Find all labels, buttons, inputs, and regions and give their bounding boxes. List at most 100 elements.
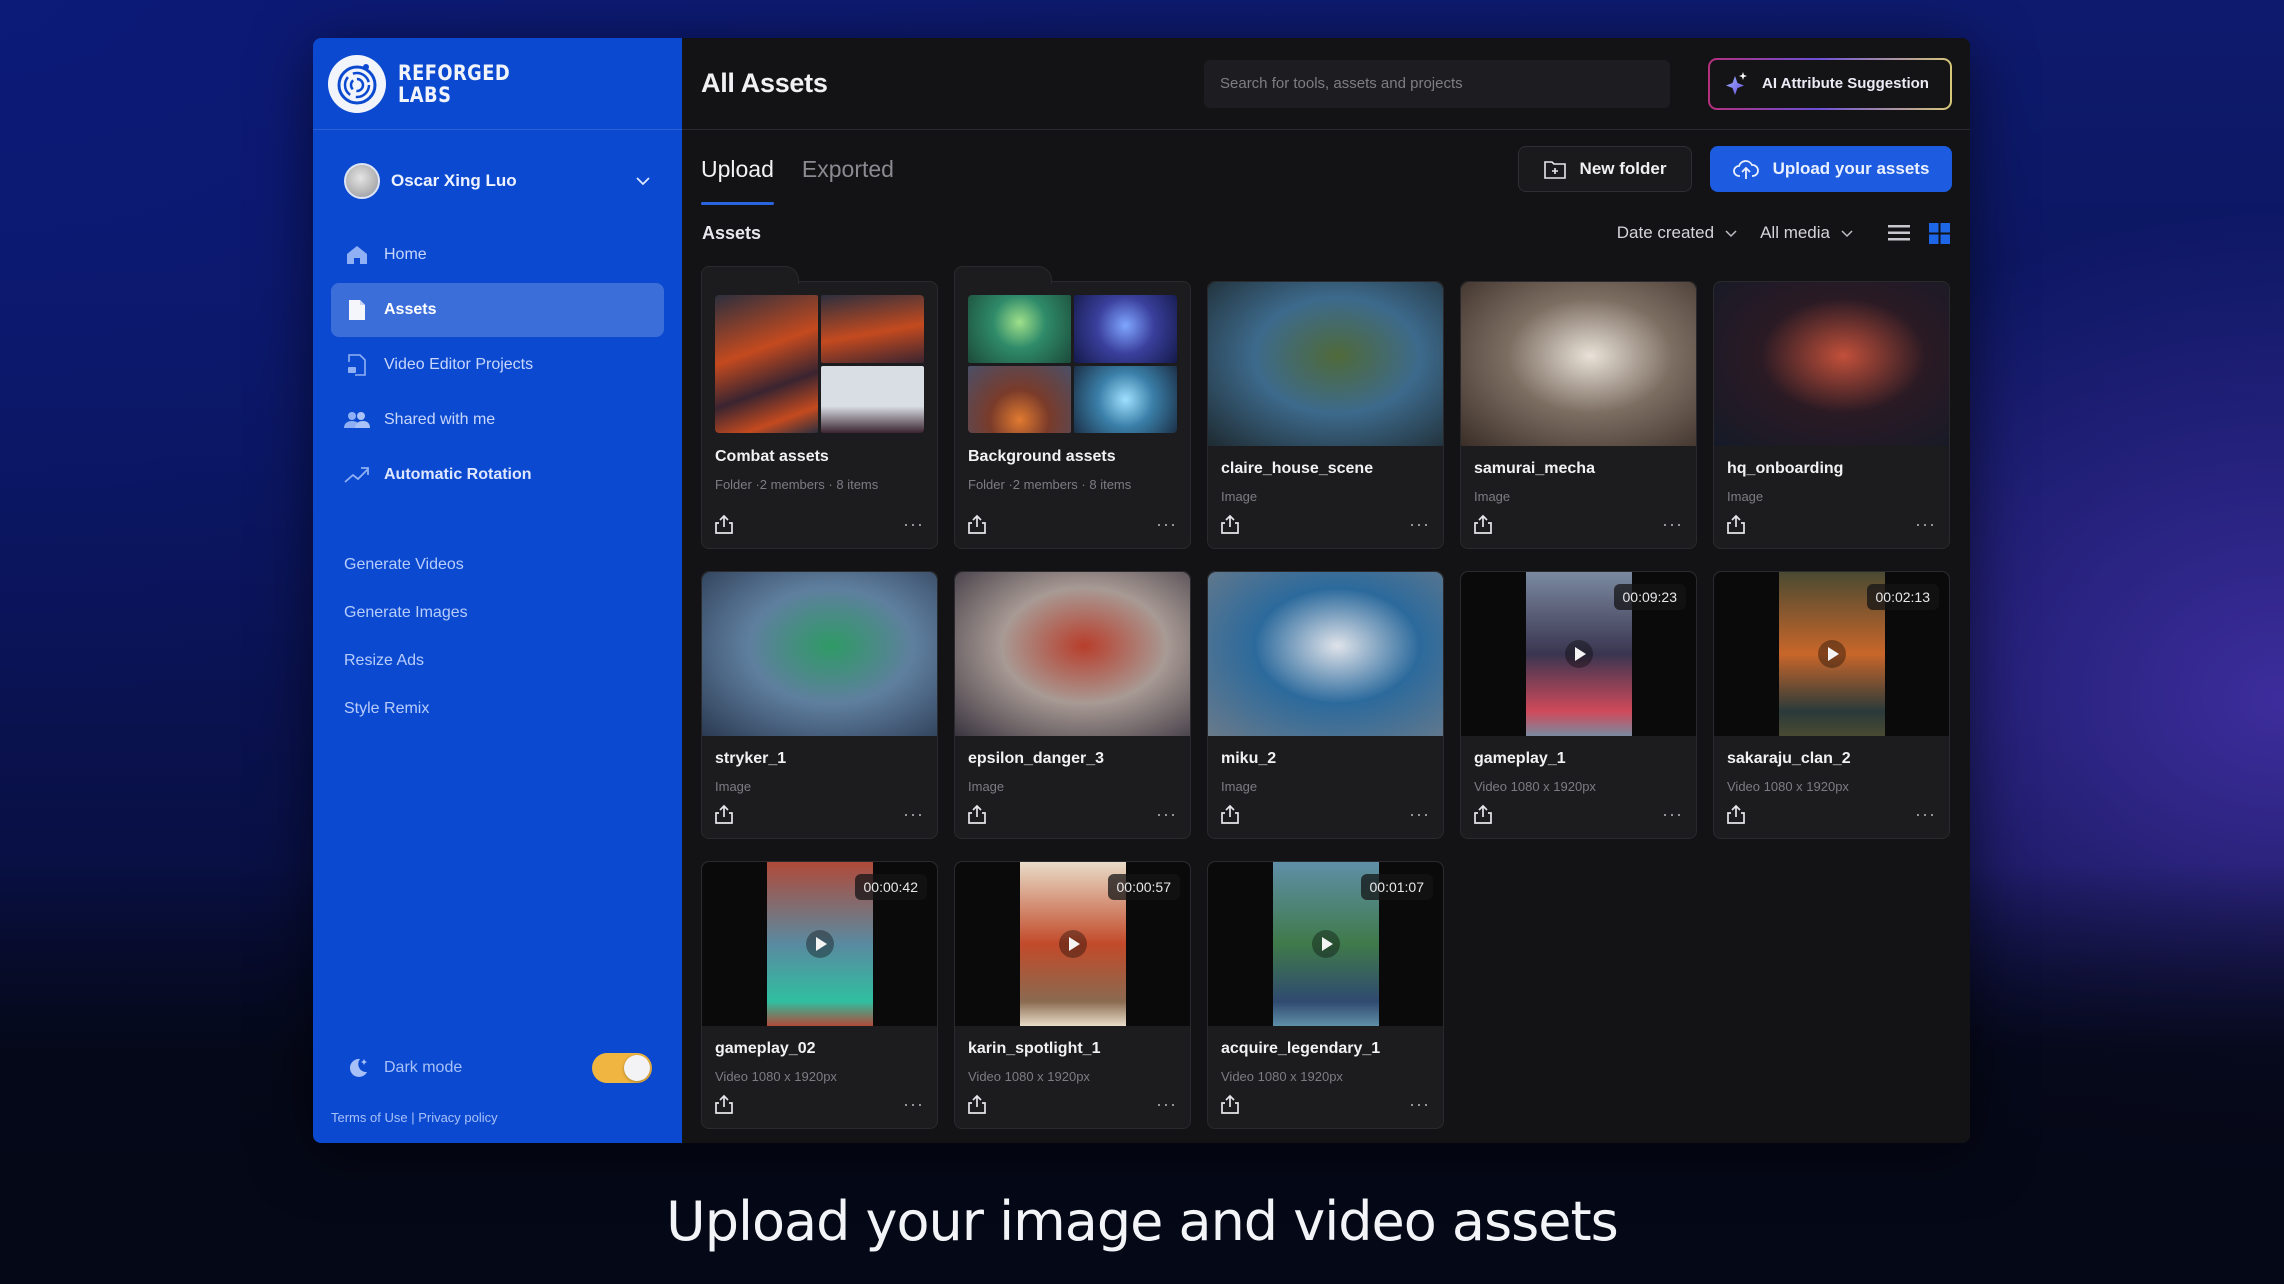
asset-meta: Video 1080 x 1920px: [1221, 1069, 1343, 1084]
play-icon[interactable]: [1564, 640, 1593, 668]
asset-thumbnail: [955, 572, 1190, 736]
sidebar-item-home[interactable]: Home: [331, 228, 664, 282]
grid-view-button[interactable]: [1928, 222, 1950, 244]
more-options-icon[interactable]: ···: [1156, 1095, 1177, 1113]
folder-card[interactable]: Background assets Folder ·2 members · 8 i…: [954, 266, 1191, 549]
tool-resize-ads[interactable]: Resize Ads: [344, 637, 682, 685]
image-card[interactable]: samurai_mecha Image ···: [1460, 281, 1697, 549]
list-view-button[interactable]: [1888, 222, 1910, 244]
tabs: Upload Exported: [701, 130, 1518, 208]
more-options-icon[interactable]: ···: [903, 1095, 924, 1113]
ai-attribute-suggestion-button[interactable]: AI Attribute Suggestion: [1708, 57, 1952, 110]
asset-meta: Image: [1727, 489, 1764, 504]
share-icon[interactable]: [1221, 1094, 1239, 1114]
more-options-icon[interactable]: ···: [1662, 805, 1683, 823]
search-input[interactable]: [1220, 75, 1670, 92]
video-card[interactable]: 00:01:07 acquire_legendary_1 Video 1080 x …: [1207, 861, 1444, 1129]
upload-assets-button[interactable]: Upload your assets: [1710, 146, 1952, 192]
media-filter-dropdown[interactable]: All media: [1760, 223, 1854, 243]
share-icon[interactable]: [968, 514, 986, 534]
asset-title: claire_house_scene: [1221, 460, 1374, 477]
play-icon[interactable]: [1817, 640, 1846, 668]
more-options-icon[interactable]: ···: [1409, 1095, 1430, 1113]
folder-preview-image: [821, 365, 924, 433]
toggle-knob: [624, 1055, 650, 1081]
folder-plus-icon: [1543, 161, 1566, 179]
media-label: All media: [1760, 223, 1830, 242]
tab-upload[interactable]: Upload: [701, 147, 774, 205]
more-options-icon[interactable]: ···: [1156, 515, 1177, 533]
more-options-icon[interactable]: ···: [1662, 515, 1683, 533]
tool-generate-videos[interactable]: Generate Videos: [344, 541, 682, 589]
privacy-link[interactable]: Privacy policy: [418, 1110, 497, 1125]
play-icon[interactable]: [1311, 930, 1340, 958]
new-folder-button[interactable]: New folder: [1518, 146, 1692, 192]
sidebar-item-label: Video Editor Projects: [384, 356, 534, 373]
home-icon: [344, 243, 370, 267]
sidebar: REFORGED LABS Oscar Xing Luo Home Assets: [313, 38, 682, 1143]
play-icon[interactable]: [805, 930, 834, 958]
more-options-icon[interactable]: ···: [1156, 805, 1177, 823]
chevron-down-icon: [1725, 230, 1737, 238]
asset-thumbnail: [968, 295, 1177, 433]
video-card[interactable]: 00:00:42 gameplay_02 Video 1080 x 1920px ··…: [701, 861, 938, 1129]
more-options-icon[interactable]: ···: [1409, 805, 1430, 823]
folder-preview-image: [968, 365, 1071, 433]
cloud-upload-icon: [1732, 160, 1759, 179]
image-card[interactable]: miku_2 Image ···: [1207, 571, 1444, 839]
folder-card[interactable]: Combat assets Folder ·2 members · 8 items…: [701, 266, 938, 549]
image-card[interactable]: stryker_1 Image ···: [701, 571, 938, 839]
more-options-icon[interactable]: ···: [903, 805, 924, 823]
asset-meta: Image: [1221, 779, 1258, 794]
video-duration: 00:00:57: [1107, 874, 1180, 900]
card-body: miku_2 Image: [1221, 750, 1430, 794]
video-card[interactable]: 00:02:13 sakaraju_clan_2 Video 1080 x 1920…: [1713, 571, 1950, 839]
asset-thumbnail: 00:09:23: [1461, 572, 1696, 736]
share-icon[interactable]: [1474, 514, 1492, 534]
share-icon[interactable]: [1727, 514, 1745, 534]
share-icon[interactable]: [1727, 804, 1745, 824]
card-body: claire_house_scene Image: [1221, 460, 1430, 504]
terms-link[interactable]: Terms of Use: [331, 1110, 408, 1125]
sidebar-item-shared-with-me[interactable]: Shared with me: [331, 393, 664, 447]
video-card[interactable]: 00:00:57 karin_spotlight_1 Video 1080 x 19…: [954, 861, 1191, 1129]
more-options-icon[interactable]: ···: [1915, 805, 1936, 823]
ai-button-label: AI Attribute Suggestion: [1762, 75, 1929, 92]
share-icon[interactable]: [968, 804, 986, 824]
asset-thumbnail: [715, 295, 924, 433]
card-actions: ···: [1221, 514, 1430, 534]
sidebar-item-assets[interactable]: Assets: [331, 283, 664, 337]
more-options-icon[interactable]: ···: [903, 515, 924, 533]
share-icon[interactable]: [1221, 804, 1239, 824]
sidebar-item-automatic-rotation[interactable]: Automatic Rotation: [331, 448, 664, 502]
asset-thumbnail: 00:00:42: [702, 862, 937, 1026]
page-title: All Assets: [701, 68, 828, 98]
image-card[interactable]: hq_onboarding Image ···: [1713, 281, 1950, 549]
card-actions: ···: [715, 804, 924, 824]
user-menu[interactable]: Oscar Xing Luo: [313, 144, 682, 218]
asset-title: gameplay_1: [1474, 750, 1566, 767]
share-icon[interactable]: [968, 1094, 986, 1114]
search-field[interactable]: [1204, 59, 1670, 108]
card-body: Combat assets Folder ·2 members · 8 items: [715, 448, 924, 492]
share-icon[interactable]: [715, 514, 733, 534]
share-icon[interactable]: [1221, 514, 1239, 534]
dark-mode-toggle[interactable]: [592, 1053, 652, 1083]
video-card[interactable]: 00:09:23 gameplay_1 Video 1080 x 1920px ···: [1460, 571, 1697, 839]
share-icon[interactable]: [715, 804, 733, 824]
image-card[interactable]: epsilon_danger_3 Image ···: [954, 571, 1191, 839]
tab-exported[interactable]: Exported: [802, 147, 894, 191]
share-icon[interactable]: [1474, 804, 1492, 824]
tool-generate-images[interactable]: Generate Images: [344, 589, 682, 637]
sidebar-item-video-editor-projects[interactable]: Video Editor Projects: [331, 338, 664, 392]
card-body: samurai_mecha Image: [1474, 460, 1683, 504]
asset-grid: Combat assets Folder ·2 members · 8 items…: [701, 266, 1950, 1129]
brand-name: REFORGED LABS: [398, 62, 510, 106]
more-options-icon[interactable]: ···: [1409, 515, 1430, 533]
tool-style-remix[interactable]: Style Remix: [344, 685, 682, 733]
play-icon[interactable]: [1058, 930, 1087, 958]
image-card[interactable]: claire_house_scene Image ···: [1207, 281, 1444, 549]
more-options-icon[interactable]: ···: [1915, 515, 1936, 533]
sort-dropdown[interactable]: Date created: [1617, 223, 1738, 243]
share-icon[interactable]: [715, 1094, 733, 1114]
